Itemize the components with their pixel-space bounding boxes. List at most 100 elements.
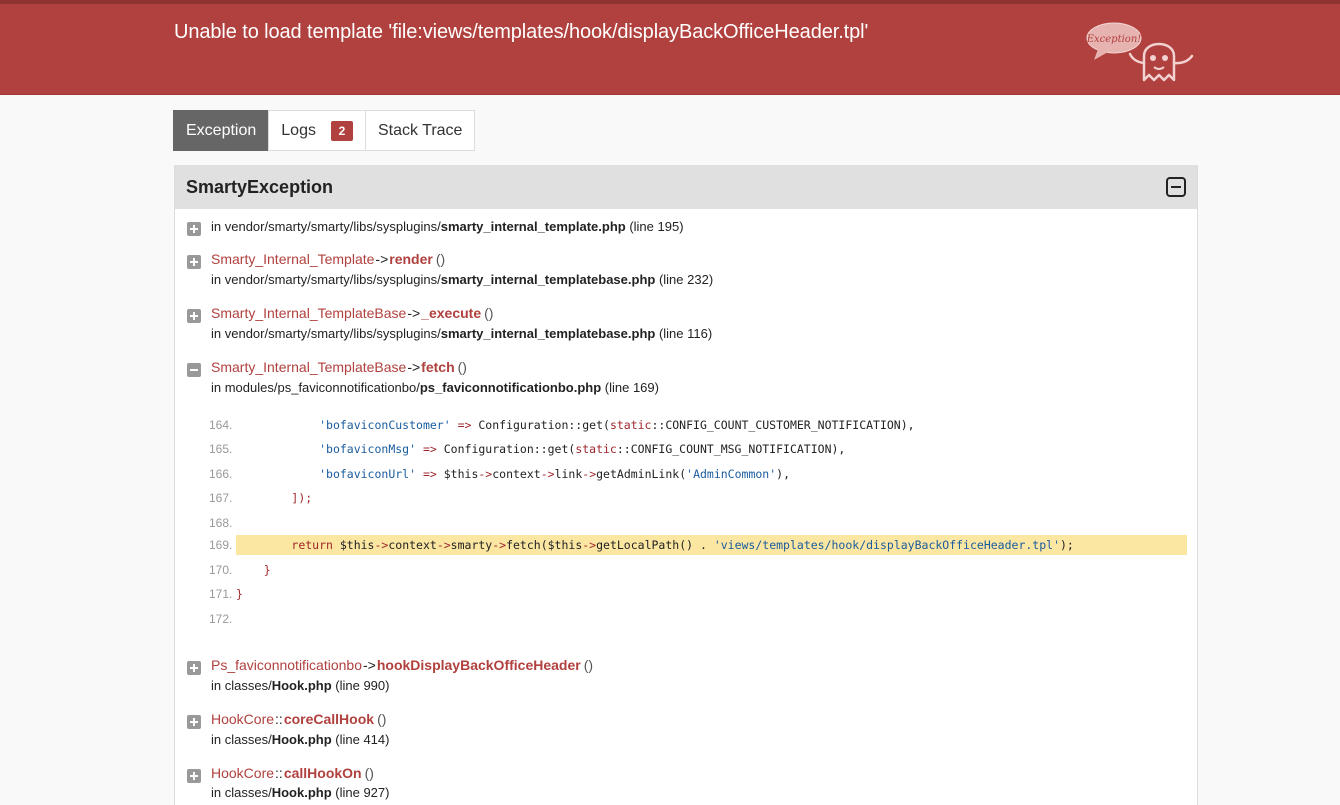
frame-separator: -> (407, 359, 421, 375)
code-line: 170. } (175, 560, 1197, 580)
tab-bar: Exception Logs 2 Stack Trace (173, 110, 476, 151)
frame-path: in classes/ (211, 732, 272, 747)
frame-separator: -> (363, 657, 376, 673)
tab-logs-label: Logs (281, 121, 316, 139)
frame-file: smarty_internal_template.php (440, 219, 626, 234)
tab-stack-trace-label: Stack Trace (377, 121, 463, 139)
frame-method: hookDisplayBackOfficeHeader (376, 657, 581, 673)
code-line: 165. 'bofaviconMsg' => Configuration::ge… (175, 439, 1197, 459)
frame-path: in vendor/smarty/smarty/libs/sysplugins/ (211, 219, 441, 234)
error-title: Unable to load template 'file:views/temp… (174, 21, 869, 43)
expand-icon[interactable] (187, 661, 201, 675)
frame-location: in vendor/smarty/smarty/libs/sysplugins/… (211, 326, 712, 341)
frame-class: Ps_faviconnotificationbo (211, 657, 362, 673)
code-line: 166. 'bofaviconUrl' => $this->context->l… (175, 464, 1197, 484)
frame-file: ps_faviconnotificationbo.php (419, 380, 602, 395)
tab-logs[interactable]: Logs 2 (268, 110, 366, 151)
line-number: 172. (209, 612, 233, 626)
frame-parens: () (484, 305, 494, 321)
frame-function: Smarty_Internal_Template->render() (211, 251, 445, 267)
expand-icon[interactable] (187, 715, 201, 729)
frame-path: in classes/ (211, 678, 272, 693)
ghost-mascot-icon: Exception! (1086, 22, 1194, 82)
code-line: 172. (175, 609, 1197, 629)
frame-location: in vendor/smarty/smarty/libs/sysplugins/… (211, 219, 684, 234)
tab-exception[interactable]: Exception (173, 110, 270, 151)
frame-method: render (389, 251, 433, 267)
frame-line: (line 927) (335, 785, 390, 800)
frame-class: HookCore (211, 711, 275, 727)
line-number: 171. (209, 587, 233, 601)
line-source: } (236, 587, 243, 601)
code-line: 168. (175, 513, 1197, 533)
expand-icon[interactable] (187, 255, 201, 269)
frame-separator: -> (375, 251, 389, 267)
frame-line: (line 116) (658, 326, 713, 341)
frame-file: smarty_internal_templatebase.php (440, 326, 656, 341)
line-number: 164. (209, 418, 233, 432)
frame-line: (line 169) (604, 380, 659, 395)
frame-parens: () (583, 657, 594, 673)
frame-separator: -> (407, 305, 421, 321)
tab-exception-label: Exception (186, 121, 257, 139)
code-line: 171. } (175, 584, 1197, 604)
panel-header: SmartyException (175, 165, 1197, 209)
expand-icon[interactable] (187, 222, 201, 236)
frame-file: Hook.php (271, 785, 332, 800)
tab-stack-trace[interactable]: Stack Trace (364, 110, 476, 151)
frame-function: Smarty_Internal_TemplateBase->fetch() (211, 359, 467, 375)
expand-icon[interactable] (187, 769, 201, 783)
frame-parens: () (377, 711, 387, 727)
frame-method: _execute (421, 305, 482, 321)
frame-path: in vendor/smarty/smarty/libs/sysplugins/ (211, 272, 441, 287)
code-line: 167. ]); (175, 488, 1197, 508)
frame-line: (line 414) (335, 732, 390, 747)
frame-class: Smarty_Internal_TemplateBase (211, 359, 407, 375)
line-number: 166. (209, 467, 233, 481)
frame-function: HookCore::callHookOn() (211, 765, 374, 781)
frame-file: smarty_internal_templatebase.php (440, 272, 656, 287)
frame-method: fetch (421, 359, 455, 375)
frame-line: (line 195) (629, 219, 684, 234)
code-line: 164. 'bofaviconCustomer' => Configuratio… (175, 415, 1197, 435)
collapse-icon[interactable] (1166, 177, 1186, 197)
line-source: 'bofaviconCustomer' => Configuration::ge… (319, 418, 915, 432)
frame-parens: () (364, 765, 374, 781)
frame-parens: () (457, 359, 467, 375)
frame-line: (line 990) (335, 678, 390, 693)
expand-icon[interactable] (187, 309, 201, 323)
code-line-highlighted: 169. return $this->context->smarty->fetc… (175, 535, 1197, 555)
frame-separator: :: (275, 711, 283, 727)
line-source: return $this->context->smarty->fetch($th… (291, 538, 1074, 552)
frame-location: in vendor/smarty/smarty/libs/sysplugins/… (211, 272, 713, 287)
logs-count-badge: 2 (330, 120, 353, 141)
frame-separator: :: (275, 765, 283, 781)
frame-class: HookCore (211, 765, 275, 781)
frame-location: in classes/Hook.php (line 990) (211, 678, 389, 693)
mascot-speech-text: Exception! (1086, 34, 1142, 45)
line-number: 170. (209, 563, 233, 577)
frame-method: coreCallHook (283, 711, 375, 727)
frame-method: callHookOn (283, 765, 362, 781)
line-source: ]); (291, 491, 313, 505)
frame-function: HookCore::coreCallHook() (211, 711, 386, 727)
frame-function: Smarty_Internal_TemplateBase->_execute() (211, 305, 493, 321)
line-number: 165. (209, 442, 233, 456)
line-number: 168. (209, 516, 233, 530)
frame-path: in vendor/smarty/smarty/libs/sysplugins/ (211, 326, 441, 341)
line-source: 'bofaviconUrl' => $this->context->link->… (319, 467, 791, 481)
collapse-frame-icon[interactable] (187, 363, 201, 377)
line-number: 167. (209, 491, 233, 505)
exception-panel: SmartyException in vendor/smarty/smarty/… (174, 165, 1198, 805)
frame-function: Ps_faviconnotificationbo->hookDisplayBac… (211, 657, 593, 673)
frame-class: Smarty_Internal_TemplateBase (211, 305, 407, 321)
frame-parens: () (435, 251, 446, 267)
error-header: Unable to load template 'file:views/temp… (0, 0, 1340, 95)
line-source: 'bofaviconMsg' => Configuration::get(sta… (319, 442, 846, 456)
frame-file: Hook.php (271, 732, 332, 747)
frame-path: in classes/ (211, 785, 272, 800)
line-number: 169. (209, 538, 233, 552)
frame-file: Hook.php (271, 678, 332, 693)
frame-location: in classes/Hook.php (line 414) (211, 732, 389, 747)
line-source: } (263, 563, 271, 577)
